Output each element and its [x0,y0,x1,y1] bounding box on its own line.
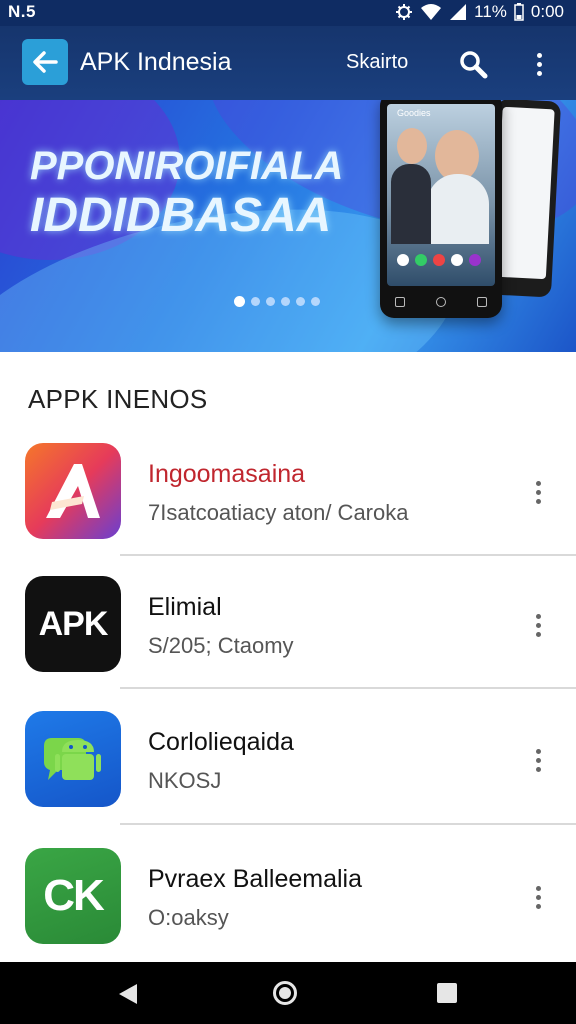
app-name: Elimial [148,593,222,621]
status-icons: 11% 0:00 [395,2,564,22]
phone-screen-text: Goodies [397,108,431,118]
phone-mockup-front: Goodies [380,100,502,318]
app-title: APK Indnesia [80,48,232,76]
divider [120,554,576,556]
app-icon: APK [25,576,121,672]
app-bar: APK Indnesia Skairto [0,26,576,100]
letter-a-logo-icon [46,464,100,518]
system-nav-bar [0,962,576,1024]
app-icon [25,711,121,807]
app-name: Ingoomasaina [148,460,306,488]
share-button[interactable]: Skairto [346,51,408,74]
nav-recents-icon[interactable] [437,983,457,1003]
more-vert-icon[interactable] [524,472,552,512]
divider [120,687,576,689]
status-left-text: N.5 [8,2,36,21]
more-vert-icon[interactable] [524,44,554,84]
banner-headline-line2: IDDIDBASAA [30,189,332,242]
apk-logo-text: APK [38,604,109,643]
app-name: Corlolieqaida [148,728,294,756]
list-item[interactable]: APK Elimial S/205; Ctaomy [0,563,576,697]
more-vert-icon[interactable] [524,740,552,780]
banner-headline-line1: PPONIROIFIALA [30,144,344,188]
back-button[interactable] [22,39,68,85]
battery-percent: 11% [474,2,507,21]
app-subtitle: 7Isatcoatiacy aton/ Caroka [148,500,409,525]
list-item[interactable]: CK Pvraex Balleemalia O:oaksy [0,835,576,969]
nav-back-icon[interactable] [117,983,139,1005]
wifi-icon [421,4,442,20]
search-button[interactable] [455,46,491,82]
nav-home-icon[interactable] [273,981,297,1005]
app-subtitle: O:oaksy [148,905,229,930]
search-icon [460,51,488,79]
ck-logo-text: CK [43,871,105,920]
clock: 0:00 [530,2,564,21]
promo-banner[interactable]: PPONIROIFIALA IDDIDBASAA Goodies [0,100,576,352]
android-chat-icon [44,738,101,780]
signal-icon [450,4,467,20]
divider [120,823,576,825]
more-vert-icon[interactable] [524,877,552,917]
battery-icon [514,3,524,21]
status-bar: N.5 11% 0:00 [0,0,576,26]
list-item[interactable]: Ingoomasaina 7Isatcoatiacy aton/ Caroka [0,430,576,564]
more-vert-icon[interactable] [524,605,552,645]
app-subtitle: NKOSJ [148,768,222,793]
back-arrow-icon [33,51,58,73]
list-item[interactable]: Corlolieqaida NKOSJ [0,698,576,832]
settings-status-icon [396,4,413,20]
app-subtitle: S/205; Ctaomy [148,633,294,658]
app-icon [25,443,121,539]
app-icon: CK [25,848,121,944]
app-name: Pvraex Balleemalia [148,865,362,893]
section-title: APPK INENOS [28,384,208,414]
carousel-indicator[interactable] [234,296,320,307]
